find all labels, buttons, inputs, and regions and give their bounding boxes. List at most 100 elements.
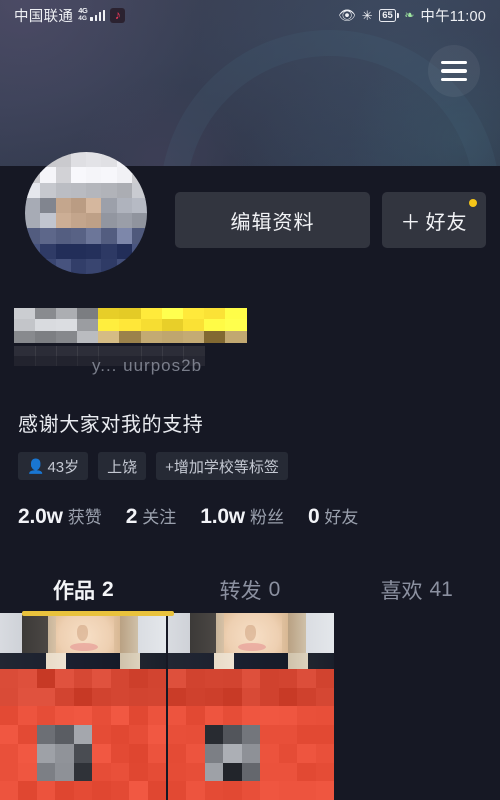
pixelation-block — [241, 743, 261, 763]
tag-location-label: 上饶 — [107, 458, 138, 476]
pixelation-block — [70, 243, 87, 260]
pixelation-block — [140, 319, 163, 332]
pixelation-block — [116, 152, 133, 168]
tab-likes-count: 41 — [429, 578, 453, 601]
pixelation-block — [92, 762, 112, 782]
pixelation-block — [315, 743, 334, 763]
pixelation-block — [186, 762, 206, 782]
pixelation-block — [36, 743, 56, 763]
pixelation-block — [92, 743, 112, 763]
pixelation-block — [0, 743, 19, 763]
pixelation-block — [40, 152, 57, 168]
pixelation-block — [0, 725, 19, 745]
pixelation-block — [204, 706, 224, 726]
stat-followers[interactable]: 1.0w 粉丝 — [200, 503, 284, 529]
video-thumbnail-1[interactable] — [0, 613, 166, 800]
pixelation-block — [182, 330, 205, 343]
pixelation-block — [73, 781, 93, 800]
pixelation-block — [25, 182, 41, 199]
pixelation-block — [55, 167, 72, 184]
pixelation-block — [55, 197, 72, 214]
stat-likes-value: 2.0w — [18, 505, 63, 528]
video-thumbnail-2[interactable] — [168, 613, 334, 800]
pixelation-block — [35, 356, 58, 366]
pixelation-block — [101, 243, 118, 260]
pixelation-block — [40, 167, 57, 184]
pixelation-block — [278, 687, 298, 707]
tab-likes[interactable]: 喜欢 41 — [333, 568, 500, 612]
pixelation-block — [204, 762, 224, 782]
tab-works[interactable]: 作品 2 — [0, 568, 167, 612]
pixelation-block — [18, 725, 38, 745]
pixelation-block — [315, 669, 334, 688]
pixelation-block — [40, 258, 57, 274]
tab-reposts[interactable]: 转发 0 — [167, 568, 334, 612]
pixelation-block — [119, 319, 142, 332]
pixelation-block — [40, 182, 57, 199]
pixelation-block — [86, 228, 102, 245]
menu-bar-1 — [441, 60, 467, 65]
avatar[interactable] — [25, 152, 147, 274]
pixelation-block — [70, 228, 87, 245]
edit-profile-button[interactable]: 编辑资料 — [175, 192, 370, 248]
profile-tags: 👤 43岁 上饶 +增加学校等标签 — [18, 452, 288, 480]
pixelation-block — [131, 167, 147, 184]
profile-stats: 2.0w 获赞 2 关注 1.0w 粉丝 0 好友 — [18, 503, 358, 529]
tag-age[interactable]: 👤 43岁 — [18, 452, 89, 480]
pixelation-block — [168, 706, 187, 726]
stat-friends[interactable]: 0 好友 — [308, 503, 358, 529]
pixelation-block — [260, 781, 280, 800]
add-friend-button[interactable]: ＋ 好友 — [382, 192, 486, 248]
pixelation-block — [129, 687, 149, 707]
stat-friends-label: 好友 — [324, 508, 359, 527]
pixelation-block — [14, 319, 36, 332]
douyin-music-icon — [110, 7, 126, 23]
pixelation-block — [86, 167, 102, 184]
pixelation-block — [55, 762, 75, 782]
pixelation-block — [147, 725, 166, 745]
pixelation-block — [161, 319, 184, 332]
pixelation-block — [70, 258, 87, 274]
tag-add-school[interactable]: +增加学校等标签 — [156, 452, 288, 480]
add-friend-label: 好友 — [425, 211, 468, 234]
tag-location[interactable]: 上饶 — [98, 452, 147, 480]
pixelation-block — [241, 725, 261, 745]
pixelation-block — [147, 706, 166, 726]
pixelation-block — [56, 319, 79, 332]
pixelation-block — [0, 687, 19, 707]
stat-following[interactable]: 2 关注 — [126, 503, 176, 529]
pixelation-block — [70, 182, 87, 199]
pixelation-block — [18, 781, 38, 800]
pixelation-block — [140, 330, 163, 343]
pixelation-block — [14, 308, 36, 320]
pixelation-block — [204, 743, 224, 763]
pixelation-block — [278, 725, 298, 745]
stat-likes[interactable]: 2.0w 获赞 — [18, 503, 102, 529]
pixelation-block — [224, 308, 247, 320]
pixelation-block — [315, 781, 334, 800]
stat-followers-value: 1.0w — [200, 505, 245, 528]
pixelation-block — [168, 687, 187, 707]
pixelation-block — [297, 706, 317, 726]
pixelation-block — [186, 781, 206, 800]
tab-works-label: 作品 — [52, 580, 95, 603]
pixelation-block — [110, 725, 130, 745]
pixelation-block — [241, 706, 261, 726]
pixelation-block — [35, 319, 58, 332]
pixelation-block — [36, 781, 56, 800]
status-bar-right: 👁 ✳ 65 ❧ 中午11:00 — [338, 5, 486, 26]
pixelation-block — [224, 330, 247, 343]
pixelation-block — [40, 197, 57, 214]
pixelation-block — [297, 743, 317, 763]
pixelation-block — [86, 197, 102, 214]
pixelation-block — [14, 356, 36, 366]
pixelation-block — [186, 669, 206, 688]
pixelation-block — [55, 213, 72, 229]
pixelation-block — [116, 167, 133, 184]
douyin-id-label: y... uurpos2b — [92, 356, 203, 375]
pixelation-block — [101, 197, 118, 214]
pixelation-block — [56, 308, 79, 320]
hamburger-menu-icon[interactable] — [428, 45, 480, 97]
stat-followers-label: 粉丝 — [249, 508, 284, 527]
pixelation-block — [55, 687, 75, 707]
